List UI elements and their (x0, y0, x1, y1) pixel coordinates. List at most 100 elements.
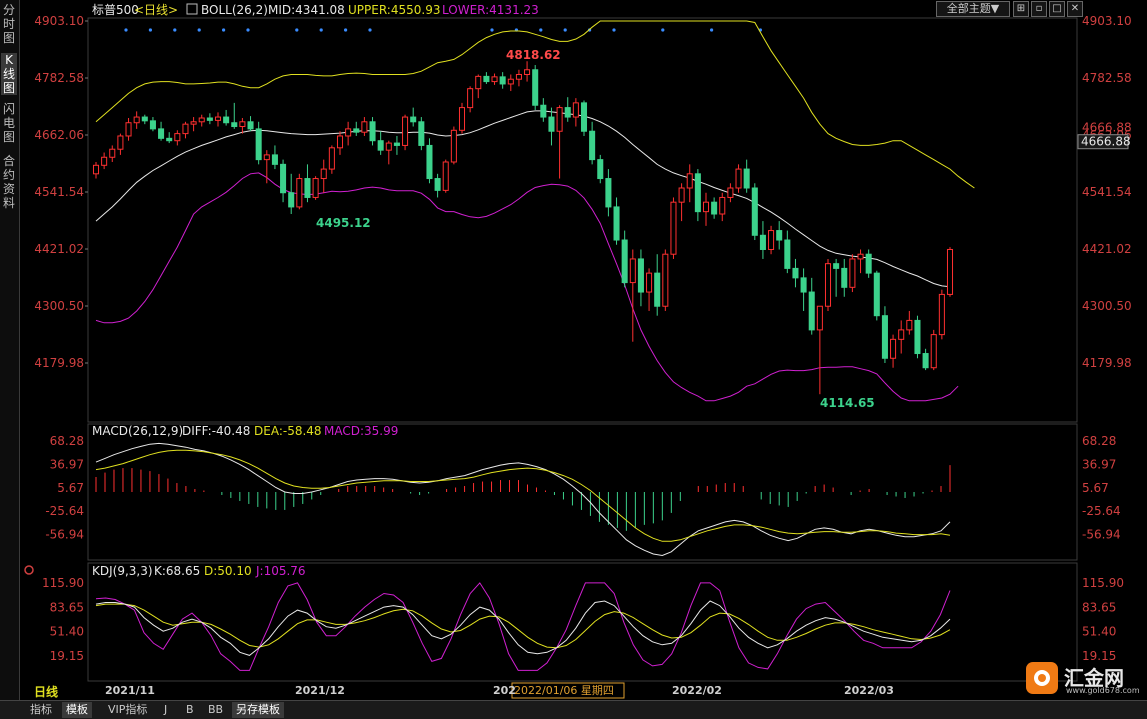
marker-dot (295, 28, 299, 32)
kdj-panel (95, 582, 951, 671)
candle-body (385, 142, 392, 151)
candle-body (271, 154, 278, 165)
time-label-2021-12: 2021/12 (295, 684, 345, 697)
candle-body (117, 135, 124, 150)
kdj-settings-icon[interactable] (24, 565, 34, 575)
candle-body (898, 329, 905, 340)
macd-axis-label-right: 5.67 (1082, 481, 1109, 495)
candle-body (361, 121, 368, 133)
kdj-k-label: K:68.65 (154, 564, 200, 578)
candle-body (890, 338, 897, 359)
price-axis-label-right: 4300.50 (1082, 299, 1132, 313)
tab-indicators[interactable]: 指标 (26, 702, 56, 718)
maximize-icon[interactable]: □ (1049, 1, 1065, 17)
marker-dot (368, 28, 372, 32)
tab-bb[interactable]: BB (204, 702, 227, 718)
candle-body (702, 201, 710, 213)
candle-body (605, 178, 612, 208)
candle-body (711, 201, 718, 215)
candle-body (133, 116, 140, 124)
macd-axis-label-left: -56.94 (45, 528, 84, 542)
candle-body (759, 234, 766, 250)
price-axis-label-right: 4541.54 (1082, 185, 1132, 199)
candle-body (247, 121, 254, 130)
candle-body (686, 173, 693, 189)
macd-title: MACD(26,12,9) (92, 424, 183, 438)
candle-body (206, 117, 213, 121)
macd-axis-label-left: 5.67 (57, 481, 84, 495)
candle-body (589, 130, 596, 161)
candle-body (768, 230, 775, 250)
tab-j[interactable]: J (160, 702, 171, 718)
candle-body (393, 142, 400, 146)
time-label-2022-02: 2022/02 (672, 684, 722, 697)
kdj-d-line (95, 603, 951, 649)
macd-axis-label-right: -25.64 (1082, 504, 1121, 518)
candle-body (475, 75, 482, 90)
mid-label: MID:4341.08 (268, 3, 345, 17)
overlay-price-label: 4666.88 (1082, 121, 1132, 135)
candle-body (873, 272, 880, 317)
kdj-k-line (95, 600, 951, 656)
candle-body (149, 120, 156, 130)
candle-body (214, 116, 222, 121)
candle-body (621, 239, 628, 284)
chart-canvas[interactable]: 标普500 <日线> BOLL(26,2) MID:4341.08 UPPER:… (0, 0, 1147, 700)
candle-body (930, 334, 937, 369)
candle-body (719, 196, 726, 215)
logo-url: www.gold678.com (1066, 686, 1140, 695)
tab-templates[interactable]: 模板 (62, 702, 92, 718)
candle-body (182, 123, 189, 135)
marker-dot (661, 28, 665, 32)
annotation-low2: 4114.65 (820, 396, 875, 410)
minimize-icon[interactable]: ▫ (1031, 1, 1047, 17)
logo: 汇金网 www.gold678.com (1026, 662, 1140, 696)
marker-dot (246, 28, 250, 32)
candles (92, 61, 954, 395)
candle-body (231, 122, 238, 128)
candle-body (816, 305, 823, 331)
kdj-axis-label-left: 19.15 (50, 649, 84, 663)
tab-b[interactable]: B (182, 702, 198, 718)
theme-dropdown[interactable]: 全部主题▼ (936, 1, 1010, 17)
price-axis-label-right: 4421.02 (1082, 242, 1132, 256)
candle-body (865, 253, 872, 274)
period-label-bottom[interactable]: 日线 (34, 684, 58, 699)
candle-body (304, 178, 311, 198)
candle-body (694, 173, 701, 213)
kdj-axis-label-right: 115.90 (1082, 576, 1124, 590)
candle-body (458, 107, 466, 131)
macd-axis-label-right: 36.97 (1082, 457, 1116, 471)
close-icon[interactable]: ✕ (1067, 1, 1083, 17)
candle-body (377, 140, 384, 151)
annotation-high: 4818.62 (506, 48, 561, 62)
tab-save-template[interactable]: 另存模板 (232, 702, 284, 718)
bottom-toolbar: 指标 模板 VIP指标 J B BB 另存模板 (0, 700, 1147, 719)
tab-vip-indicators[interactable]: VIP指标 (104, 702, 151, 718)
candle-body (556, 107, 563, 132)
candle-body (483, 75, 490, 83)
candle-body (938, 293, 945, 336)
candle-body (328, 147, 335, 170)
candle-body (92, 164, 100, 175)
kdj-j-label: J:105.76 (255, 564, 306, 578)
candle-body (166, 137, 173, 142)
candle-body (946, 248, 954, 295)
candle-body (223, 116, 230, 124)
candle-body (418, 121, 425, 146)
time-label-2022-03: 2022/03 (844, 684, 894, 697)
candle-body (369, 121, 376, 142)
candle-body (824, 263, 832, 307)
macd-panel-frame (87, 423, 1078, 561)
candle-body (336, 135, 344, 149)
candle-body (540, 104, 547, 118)
candle-body (743, 168, 750, 189)
marker-dot (344, 28, 348, 32)
candle-body (532, 69, 539, 106)
candle-body (580, 102, 588, 132)
candle-body (125, 122, 132, 137)
grid-view-icon[interactable]: ⊞ (1013, 1, 1029, 17)
candle-body (662, 253, 669, 307)
candle-body (646, 272, 653, 293)
kdj-panel-frame (87, 562, 1078, 682)
